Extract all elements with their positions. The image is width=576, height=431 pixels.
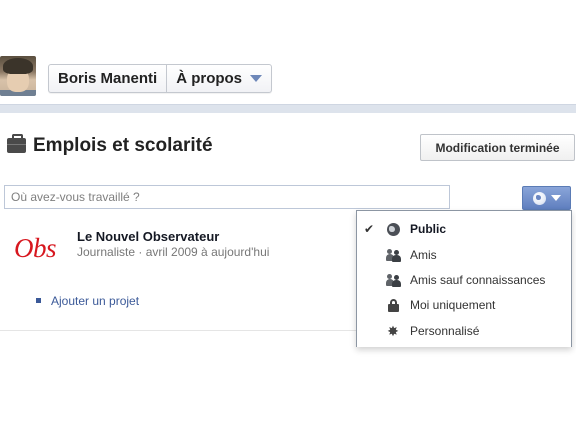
employer-name[interactable]: Le Nouvel Observateur [77,229,219,244]
lock-icon [387,298,399,312]
friends-except-acquaintances-icon [386,273,401,287]
privacy-option-label: Amis sauf connaissances [410,273,546,287]
chevron-down-icon [250,75,263,82]
gear-icon: ✸ [387,323,399,339]
section-title: Emplois et scolarité [33,135,213,156]
privacy-option-label: Public [410,222,447,236]
globe-icon [532,191,546,205]
privacy-option-label: Personnalisé [410,324,480,338]
section-divider [0,330,356,331]
profile-nav: Boris Manenti À propos [48,64,273,93]
profile-name: Boris Manenti [58,70,158,87]
check-icon: ✔ [364,222,375,236]
workplace-input[interactable] [4,185,450,209]
profile-name-link[interactable]: Boris Manenti [49,65,166,92]
privacy-option-friends-except-acquaintances[interactable]: Amis sauf connaissances [357,268,571,292]
privacy-selector-button[interactable] [522,186,571,210]
privacy-option-only-me[interactable]: Moi uniquement [357,293,571,317]
friends-icon [386,248,401,262]
privacy-option-public[interactable]: ✔ Public [357,217,571,241]
employer-logo[interactable]: Obs [14,233,57,264]
about-dropdown[interactable]: À propos [167,65,271,92]
privacy-option-friends[interactable]: Amis [357,243,571,267]
privacy-dropdown-menu: ✔ Public Amis Amis sauf connaissances Mo… [356,210,572,347]
header-divider [0,104,576,113]
privacy-option-label: Moi uniquement [410,298,496,312]
bullet-icon [36,298,41,303]
done-editing-button[interactable]: Modification terminée [420,134,575,161]
add-project-link[interactable]: Ajouter un projet [51,294,139,308]
about-label: À propos [176,70,243,87]
job-details: Journaliste · avril 2009 à aujourd'hui [77,245,270,259]
privacy-option-custom[interactable]: ✸ Personnalisé [357,319,571,343]
globe-icon [386,222,400,236]
chevron-down-icon [550,195,561,201]
briefcase-icon [7,134,26,153]
privacy-option-label: Amis [410,248,437,262]
avatar[interactable] [0,56,36,96]
